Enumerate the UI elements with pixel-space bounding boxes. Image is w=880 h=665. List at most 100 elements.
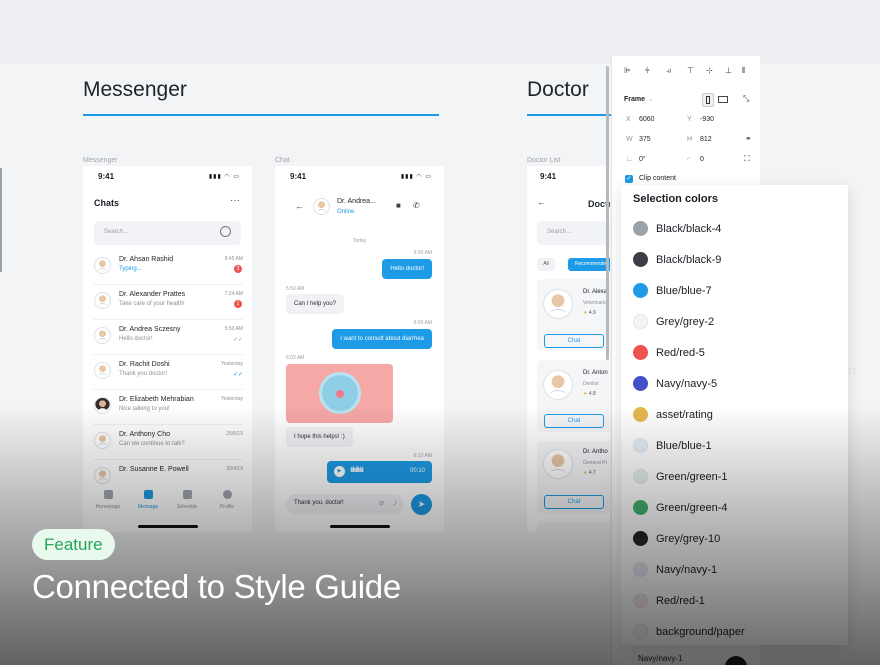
chat-button[interactable]: Chat: [544, 495, 604, 509]
swatch-row[interactable]: Navy/navy-5: [633, 372, 833, 396]
y-input[interactable]: -930: [700, 116, 714, 123]
tab-message[interactable]: Message: [128, 490, 168, 510]
search-input[interactable]: Search...: [94, 221, 241, 245]
swatch-dot[interactable]: [633, 593, 648, 608]
chat-button[interactable]: Chat: [544, 414, 604, 428]
canvas-scrollbar[interactable]: [606, 66, 609, 360]
messenger-frame[interactable]: 9:41 ▮▮▮ ◠ ▭ Chats ··· Search... Dr. Ahs…: [83, 166, 252, 532]
more-icon[interactable]: ···: [230, 195, 240, 206]
doctor-card[interactable]: Dr. Anton Dentist ★ 4.8 Chat: [537, 360, 610, 432]
align-top-icon[interactable]: ⊤: [687, 66, 694, 75]
swatch-row[interactable]: Red/red-5: [633, 341, 833, 365]
swatch-row[interactable]: Black/black-9: [633, 248, 833, 272]
align-right-icon[interactable]: ⫣: [666, 66, 671, 76]
x-label: X: [626, 116, 631, 123]
filter-recommended[interactable]: Recommended: [568, 258, 610, 271]
swatch-row[interactable]: Black/black-4: [633, 217, 833, 241]
radius-input[interactable]: 0: [700, 156, 704, 163]
chat-row[interactable]: Dr. Ahsan Rashid Typing... 9:45 AM 3: [93, 250, 243, 285]
frame-label-messenger[interactable]: Messenger: [83, 157, 118, 164]
frame-type-label[interactable]: Frame: [624, 96, 645, 103]
swatch-dot[interactable]: [633, 469, 648, 484]
align-middle-icon[interactable]: ⊹: [706, 66, 713, 75]
chat-row[interactable]: Dr. Elizabeth Mehrabian Nice talking to …: [93, 390, 243, 425]
swatch-dot[interactable]: [633, 376, 648, 391]
canvas-left-marker: [0, 168, 2, 272]
chat-row[interactable]: Dr. Rachit Doshi Thank you doctor! Yeste…: [93, 355, 243, 390]
search-placeholder: Search...: [104, 229, 129, 235]
swatch-row[interactable]: Red/red-1: [633, 589, 833, 613]
resize-to-fit-icon[interactable]: ⤡: [743, 94, 749, 104]
distribute-icon[interactable]: ⫴: [742, 66, 745, 76]
swatch-dot[interactable]: [633, 624, 648, 639]
swatch-dot[interactable]: [633, 283, 648, 298]
frame-label-doctor-list[interactable]: Doctor List: [527, 157, 560, 164]
message-input[interactable]: Thank you, doctor! ⌀ ♪: [286, 494, 404, 514]
chat-row[interactable]: Dr. Alexander Prattes Take care of your …: [93, 285, 243, 320]
send-button[interactable]: ➤: [411, 494, 432, 515]
tab-homepage[interactable]: Homepage: [88, 490, 128, 510]
chat-row[interactable]: Dr. Andrea Sczesny Hello doctor! 5:50 AM…: [93, 320, 243, 355]
doctor-card[interactable]: Dr. Antho General Pr ★ 4.7 Chat: [537, 441, 610, 513]
swatch-row[interactable]: Green/green-1: [633, 465, 833, 489]
attach-icon[interactable]: ⌀: [379, 498, 384, 507]
clip-content-checkbox[interactable]: ✓: [625, 175, 633, 183]
swatch-row[interactable]: Navy/navy-1: [633, 558, 833, 582]
back-arrow-icon[interactable]: ←: [537, 197, 546, 207]
align-center-icon[interactable]: ⫩: [645, 66, 650, 76]
swatch-dot[interactable]: [633, 407, 648, 422]
doctor-card[interactable]: [537, 522, 610, 532]
swatch-dot[interactable]: [633, 345, 648, 360]
height-input[interactable]: 812: [700, 136, 712, 143]
swatch-row[interactable]: asset/rating: [633, 403, 833, 427]
voice-message[interactable]: ▶ ılıllıılıllıılılı 00:10: [327, 461, 432, 483]
swatch-dot[interactable]: [633, 252, 648, 267]
video-call-icon[interactable]: ■: [396, 201, 401, 210]
play-icon[interactable]: ▶: [334, 466, 345, 477]
portrait-toggle[interactable]: [702, 93, 714, 107]
filter-all[interactable]: All: [537, 258, 555, 271]
align-bottom-icon[interactable]: ⊥: [725, 66, 732, 75]
swatch-dot[interactable]: [633, 314, 648, 329]
microphone-icon[interactable]: ♪: [393, 498, 397, 507]
independent-corners-icon[interactable]: ⛶: [744, 154, 750, 164]
phone-icon[interactable]: ✆: [413, 201, 420, 210]
swatch-name: Black/black-9: [656, 254, 722, 266]
width-input[interactable]: 375: [639, 136, 651, 143]
chat-button[interactable]: Chat: [544, 334, 604, 348]
message-time: 6:00 AM: [413, 320, 432, 326]
swatch-row[interactable]: Blue/blue-1: [633, 434, 833, 458]
tab-schedule[interactable]: Schedule: [167, 490, 207, 510]
image-attachment[interactable]: [286, 364, 393, 423]
rotation-input[interactable]: 0°: [639, 156, 646, 163]
doctor-list-frame[interactable]: 9:41 ← Docto Search... All Recommended D…: [527, 166, 610, 532]
align-left-icon[interactable]: ⊫: [624, 66, 631, 75]
chat-name: Dr. Ahsan Rashid: [119, 256, 174, 263]
x-input[interactable]: 6060: [639, 116, 655, 123]
unread-badge: 3: [234, 265, 242, 273]
swatch-row[interactable]: Blue/blue-7: [633, 279, 833, 303]
tab-profile[interactable]: Profile: [207, 490, 247, 510]
search-placeholder: Search...: [547, 229, 572, 235]
swatch-dot[interactable]: [633, 562, 648, 577]
search-input[interactable]: Search...: [537, 221, 610, 245]
chat-row[interactable]: Dr. Anthony Cho Can we continue to talk?…: [93, 425, 243, 460]
chevron-down-icon[interactable]: ⌄: [648, 96, 653, 103]
swatch-dot[interactable]: [633, 531, 648, 546]
swatch-row[interactable]: background/paper: [633, 620, 833, 644]
swatch-dot[interactable]: [633, 438, 648, 453]
doctor-name: Dr. Antho: [583, 449, 608, 455]
message-time: 6:10 AM: [413, 453, 432, 459]
swatch-row[interactable]: Grey/grey-2: [633, 310, 833, 334]
landscape-icon[interactable]: [718, 96, 728, 103]
constrain-proportions-icon[interactable]: ⚭: [745, 134, 752, 143]
doctor-card[interactable]: Dr. Alexa Veterinaria ★ 4.9 Chat: [537, 279, 610, 351]
swatch-dot[interactable]: [633, 500, 648, 515]
frame-label-chat[interactable]: Chat: [275, 157, 290, 164]
swatch-row[interactable]: Green/green-4: [633, 496, 833, 520]
swatch-dot[interactable]: [633, 221, 648, 236]
swatch-row[interactable]: Grey/grey-10: [633, 527, 833, 551]
back-arrow-icon[interactable]: ←: [295, 201, 304, 211]
chat-time: Yesterday: [220, 396, 243, 402]
chat-frame[interactable]: 9:41 ▮▮▮ ◠ ▭ ← Dr. Andrea... Online ■ ✆ …: [275, 166, 444, 532]
